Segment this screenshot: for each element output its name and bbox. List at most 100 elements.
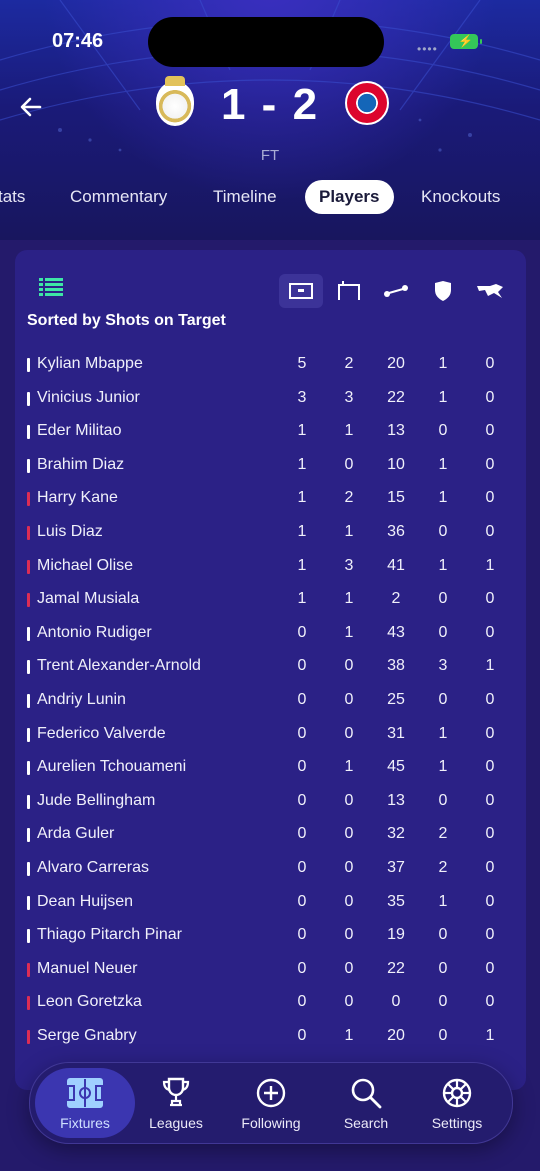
table-row[interactable]: Eder Militao 1 1 13 0 0 bbox=[15, 415, 526, 448]
nav-search[interactable]: Search bbox=[321, 1063, 411, 1143]
stat-value: 0 bbox=[485, 959, 495, 977]
stat-value: 0 bbox=[485, 758, 495, 776]
player-name: Kylian Mbappe bbox=[37, 355, 143, 372]
table-row[interactable]: Thiago Pitarch Pinar 0 0 19 0 0 bbox=[15, 919, 526, 952]
stat-value: 0 bbox=[485, 590, 495, 608]
player-name: Antonio Rudiger bbox=[37, 623, 152, 641]
player-name: Leon Goretzka bbox=[37, 993, 142, 1011]
stat-value: 0 bbox=[485, 422, 495, 440]
table-row[interactable]: Luis Diaz 1 1 36 0 0 bbox=[15, 516, 526, 549]
goalpost-icon[interactable] bbox=[327, 274, 371, 308]
team-color-bar bbox=[27, 929, 30, 944]
team-color-bar bbox=[27, 895, 30, 910]
stat-value: 0 bbox=[297, 623, 307, 641]
table-row[interactable]: Vinicius Junior 3 3 22 1 0 bbox=[15, 382, 526, 415]
tackle-icon[interactable] bbox=[468, 274, 512, 308]
player-stats-card: Sorted by Shots on Target Kylian Mbappe 5… bbox=[15, 250, 526, 1090]
team-color-bar bbox=[27, 526, 30, 540]
tab-players[interactable]: Players bbox=[305, 180, 394, 214]
stat-value: 3 bbox=[344, 388, 354, 406]
back-arrow-icon[interactable] bbox=[18, 94, 44, 126]
stat-value: 0 bbox=[485, 691, 495, 708]
player-name: Manuel Neuer bbox=[37, 959, 138, 977]
table-row[interactable]: Antonio Rudiger 0 1 43 0 0 bbox=[15, 617, 526, 650]
stat-value: 45 bbox=[387, 758, 405, 776]
table-row[interactable]: Harry Kane 1 2 15 1 0 bbox=[15, 482, 526, 515]
table-row[interactable]: Dean Huijsen 0 0 35 1 0 bbox=[15, 886, 526, 919]
player-name: Thiago Pitarch Pinar bbox=[37, 926, 182, 944]
table-row[interactable]: Arda Guler 0 0 32 2 0 bbox=[15, 818, 526, 851]
table-row[interactable]: Serge Gnabry 0 1 20 0 1 bbox=[15, 1020, 526, 1053]
nav-leagues-label: Leagues bbox=[149, 1115, 203, 1131]
table-row[interactable]: Andriy Lunin 0 0 25 0 0 bbox=[15, 684, 526, 717]
team-color-bar bbox=[27, 358, 30, 372]
table-row[interactable]: Trent Alexander-Arnold 0 0 38 3 1 bbox=[15, 650, 526, 683]
nav-settings[interactable]: Settings bbox=[412, 1063, 502, 1143]
stat-value: 0 bbox=[485, 455, 495, 473]
stat-value: 20 bbox=[387, 1027, 405, 1044]
tab-timeline[interactable]: Timeline bbox=[213, 180, 277, 214]
goal-frame-icon[interactable] bbox=[279, 274, 323, 308]
stat-value: 0 bbox=[297, 892, 307, 910]
nav-following-label: Following bbox=[241, 1115, 301, 1131]
tab-stats[interactable]: tats bbox=[0, 180, 25, 214]
stat-value: 2 bbox=[344, 355, 354, 372]
stat-value: 0 bbox=[297, 1027, 307, 1044]
shield-icon[interactable] bbox=[421, 274, 465, 308]
nav-following[interactable]: Following bbox=[226, 1063, 316, 1143]
tab-knockouts[interactable]: Knockouts bbox=[421, 180, 500, 214]
stat-value: 0 bbox=[438, 1027, 448, 1044]
stat-value: 2 bbox=[438, 859, 448, 876]
stat-value: 1 bbox=[438, 388, 448, 406]
team-color-bar bbox=[27, 660, 30, 675]
battery-icon: ⚡ bbox=[450, 34, 482, 49]
team-color-bar bbox=[27, 761, 30, 776]
table-row[interactable]: Jamal Musiala 1 1 2 0 0 bbox=[15, 583, 526, 616]
nav-leagues[interactable]: Leagues bbox=[131, 1063, 221, 1143]
stat-value: 1 bbox=[297, 422, 307, 440]
table-row[interactable]: Aurelien Tchouameni 0 1 45 1 0 bbox=[15, 751, 526, 784]
stat-value: 0 bbox=[438, 791, 448, 809]
stat-value: 0 bbox=[297, 691, 307, 708]
team-color-bar bbox=[27, 626, 30, 641]
stat-value: 0 bbox=[485, 825, 495, 843]
player-name: Serge Gnabry bbox=[37, 1027, 137, 1044]
stat-value: 0 bbox=[485, 993, 495, 1011]
team-color-bar bbox=[27, 593, 30, 608]
match-status: FT bbox=[260, 147, 280, 164]
away-team-crest[interactable] bbox=[345, 81, 389, 125]
pass-icon[interactable] bbox=[374, 274, 418, 308]
stat-value: 0 bbox=[485, 791, 495, 809]
table-row[interactable]: Leon Goretzka 0 0 0 0 0 bbox=[15, 986, 526, 1019]
stat-value: 41 bbox=[387, 556, 405, 574]
stat-value: 25 bbox=[387, 691, 405, 708]
tab-commentary[interactable]: Commentary bbox=[70, 180, 167, 214]
player-name: Alvaro Carreras bbox=[37, 859, 150, 876]
stat-value: 0 bbox=[297, 959, 307, 977]
table-row[interactable]: Alvaro Carreras 0 0 37 2 0 bbox=[15, 852, 526, 885]
table-row[interactable]: Brahim Diaz 1 0 10 1 0 bbox=[15, 449, 526, 482]
stat-value: 19 bbox=[387, 926, 405, 944]
away-score: 2 bbox=[292, 80, 320, 129]
table-row[interactable]: Manuel Neuer 0 0 22 0 0 bbox=[15, 953, 526, 986]
stat-value: 13 bbox=[387, 422, 405, 440]
table-row[interactable]: Michael Olise 1 3 41 1 1 bbox=[15, 550, 526, 583]
stat-value: 0 bbox=[297, 724, 307, 742]
plus-circle-icon bbox=[226, 1077, 316, 1111]
player-name: Dean Huijsen bbox=[37, 892, 134, 910]
player-name: Luis Diaz bbox=[37, 523, 103, 540]
player-name: Eder Militao bbox=[37, 422, 122, 440]
stat-value: 0 bbox=[297, 758, 307, 776]
match-header: 07:46 •••• ⚡ 1 - 2 FT tats Commentary Ti… bbox=[0, 0, 540, 240]
stat-value: 0 bbox=[438, 926, 448, 944]
nav-fixtures[interactable]: Fixtures bbox=[35, 1068, 135, 1138]
table-row[interactable]: Kylian Mbappe 5 2 20 1 0 bbox=[15, 348, 526, 381]
table-row[interactable]: Jude Bellingham 0 0 13 0 0 bbox=[15, 785, 526, 818]
grid-view-icon[interactable] bbox=[39, 278, 63, 301]
home-team-crest[interactable] bbox=[156, 76, 194, 126]
table-row[interactable]: Federico Valverde 0 0 31 1 0 bbox=[15, 718, 526, 751]
stat-value: 2 bbox=[344, 489, 354, 507]
stat-value: 0 bbox=[485, 523, 495, 540]
stat-value: 36 bbox=[387, 523, 405, 540]
stat-value: 22 bbox=[387, 388, 405, 406]
